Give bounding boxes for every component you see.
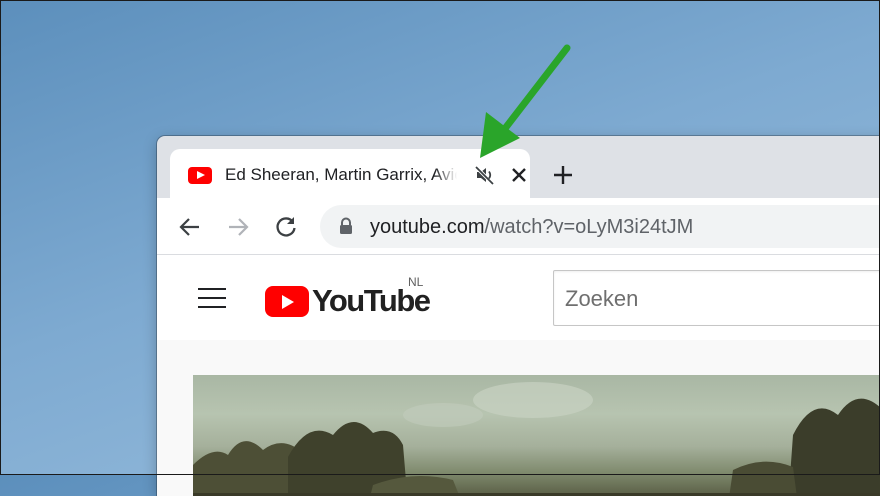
youtube-play-icon — [265, 286, 309, 317]
url-path: /watch?v=oLyM3i24tJM — [484, 216, 694, 238]
page-content: YouTube — [157, 255, 880, 496]
search-box — [553, 270, 880, 327]
hamburger-icon[interactable] — [198, 287, 226, 309]
plus-icon — [554, 166, 572, 184]
video-player[interactable] — [193, 375, 880, 496]
back-button[interactable] — [177, 214, 203, 240]
lock-icon — [338, 217, 354, 235]
arrow-right-icon — [229, 218, 249, 236]
reload-button[interactable] — [273, 214, 299, 240]
url-domain: youtube.com — [370, 216, 485, 238]
address-bar[interactable]: youtube.com/watch?v=oLyM3i24tJM — [320, 205, 880, 248]
browser-window: Ed Sheeran, Martin Garrix, Avicii youtub… — [157, 136, 880, 496]
youtube-region-label: NL — [408, 275, 424, 289]
youtube-logo[interactable]: YouTube — [265, 282, 431, 318]
url-text: youtube.com/watch?v=oLyM3i24tJM — [370, 214, 693, 240]
forward-button[interactable] — [225, 214, 251, 240]
tab-strip: Ed Sheeran, Martin Garrix, Avicii — [157, 136, 880, 199]
arrow-left-icon — [179, 218, 199, 236]
reload-icon — [276, 217, 296, 237]
close-icon[interactable] — [508, 164, 530, 186]
video-thumbnail-scene — [193, 382, 880, 496]
search-input[interactable] — [563, 271, 880, 327]
browser-tab[interactable]: Ed Sheeran, Martin Garrix, Avicii — [170, 149, 530, 199]
tab-title: Ed Sheeran, Martin Garrix, Avicii — [225, 163, 457, 187]
muted-speaker-icon[interactable] — [474, 164, 496, 186]
browser-toolbar: youtube.com/watch?v=oLyM3i24tJM — [157, 198, 880, 255]
youtube-favicon-icon — [188, 167, 212, 184]
youtube-header: YouTube — [157, 255, 880, 340]
new-tab-button[interactable] — [550, 162, 576, 188]
